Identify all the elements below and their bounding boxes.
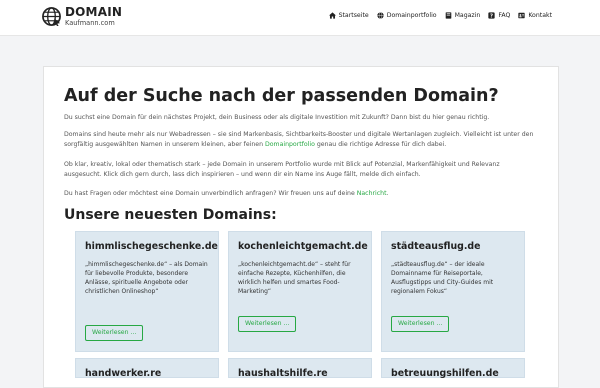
- domain-name[interactable]: kochenleichtgemacht.de: [238, 241, 368, 252]
- domain-name[interactable]: himmlischegeschenke.de: [85, 241, 218, 252]
- message-link[interactable]: Nachricht: [357, 190, 387, 197]
- site-logo[interactable]: DOMAIN Kaufmann.com: [42, 6, 122, 30]
- globe-logo-icon: [42, 7, 61, 26]
- nav-faq[interactable]: ? FAQ: [488, 12, 510, 19]
- contact-text-start: Du hast Fragen oder möchtest eine Domain…: [64, 190, 355, 197]
- domain-card: handwerker.re: [75, 358, 219, 379]
- nav-label: Domainportfolio: [386, 12, 437, 19]
- read-more-button[interactable]: Weiterlesen ...: [391, 316, 450, 332]
- domain-name[interactable]: haushaltshilfe.re: [238, 368, 362, 379]
- svg-text:?: ?: [490, 14, 493, 19]
- domain-card: städteausflug.de „städteausflug.de“ – de…: [381, 231, 525, 352]
- nav-startseite[interactable]: Startseite: [328, 12, 369, 19]
- nav-label: Startseite: [338, 12, 369, 19]
- domain-card: kochenleichtgemacht.de „kochenleichtgema…: [228, 231, 372, 352]
- help-icon: ?: [488, 12, 495, 19]
- domain-card: himmlischegeschenke.de „himmlischegesche…: [75, 231, 219, 352]
- nav-label: FAQ: [498, 12, 511, 19]
- home-icon: [328, 12, 336, 19]
- domain-name[interactable]: handwerker.re: [85, 368, 209, 379]
- nav-kontakt[interactable]: Kontakt: [518, 12, 552, 19]
- domain-description: „himmlischegeschenke.de“ – als Domain fü…: [85, 261, 208, 295]
- contact-paragraph: Du hast Fragen oder möchtest eine Domain…: [64, 189, 534, 199]
- book-icon: [445, 12, 451, 19]
- domain-name[interactable]: betreuungshilfen.de: [391, 368, 515, 379]
- globe-icon: [377, 12, 384, 19]
- domain-name[interactable]: städteausflug.de: [391, 241, 515, 252]
- intro-paragraph: Du suchst eine Domain für dein nächstes …: [64, 114, 490, 121]
- selection-paragraph: Ob klar, kreativ, lokal oder thematisch …: [64, 161, 500, 178]
- read-more-button[interactable]: Weiterlesen ...: [85, 325, 144, 341]
- nav-label: Magazin: [454, 12, 481, 19]
- logo-subtitle: Kaufmann.com: [65, 19, 115, 27]
- contact-icon: [518, 12, 525, 19]
- domain-description: „städteausflug.de“ – der ideale Domainna…: [391, 261, 494, 295]
- portfolio-link[interactable]: Domainportfolio: [265, 141, 315, 148]
- latest-domains-heading: Unsere neuesten Domains:: [64, 207, 277, 223]
- nav-domainportfolio[interactable]: Domainportfolio: [377, 12, 437, 19]
- domain-card: haushaltshilfe.re: [228, 358, 372, 379]
- portfolio-paragraph: Domains sind heute mehr als nur Webadres…: [64, 130, 534, 149]
- nav-label: Kontakt: [528, 12, 552, 19]
- contact-text-end: .: [386, 190, 389, 197]
- logo-title: DOMAIN: [65, 5, 123, 19]
- page-title: Auf der Suche nach der passenden Domain?: [64, 86, 499, 106]
- main-nav: Startseite Domainportfolio Magazin ? FAQ…: [328, 12, 552, 19]
- portfolio-text-end: genau die richtige Adresse für dich dabe…: [316, 140, 447, 148]
- domain-description: „kochenleichtgemacht.de“ – steht für ein…: [238, 261, 351, 295]
- nav-magazin[interactable]: Magazin: [445, 12, 481, 19]
- read-more-button[interactable]: Weiterlesen ...: [238, 316, 297, 332]
- domain-card: betreuungshilfen.de: [381, 358, 525, 379]
- site-header: DOMAIN Kaufmann.com Startseite Domainpor…: [0, 0, 600, 36]
